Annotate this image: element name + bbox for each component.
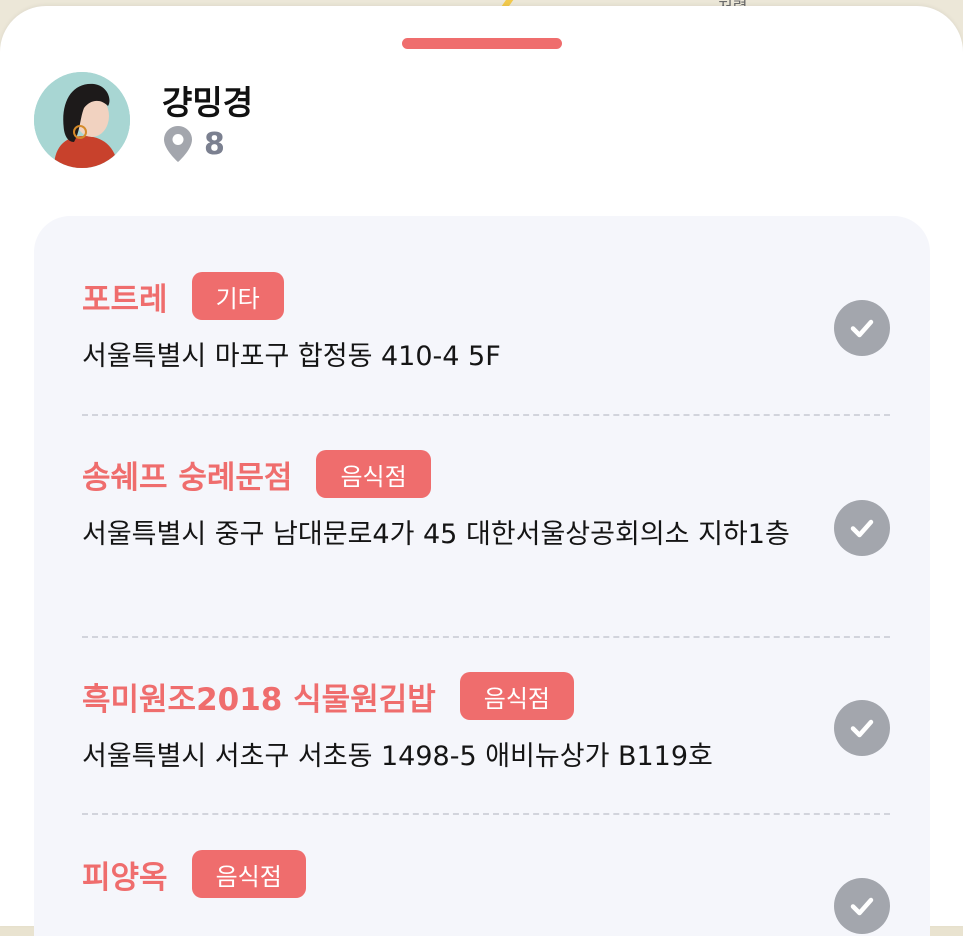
bottom-sheet: 걍밍경 8 포트레 기타 서울특별시 마포구 합정동 410-4 5F 송쉐프 …: [0, 6, 963, 936]
category-badge: 음식점: [191, 850, 306, 898]
place-name[interactable]: 흑미원조2018 식물원김밥: [82, 674, 436, 719]
check-icon: [850, 719, 874, 738]
avatar[interactable]: [34, 72, 130, 168]
divider: [82, 414, 890, 416]
place-name[interactable]: 송쉐프 숭례문점: [82, 452, 292, 497]
place-name[interactable]: 피양옥: [82, 852, 168, 897]
check-button[interactable]: [834, 300, 890, 356]
check-icon: [850, 519, 874, 538]
place-address: 서울특별시 마포구 합정동 410-4 5F: [82, 341, 501, 372]
avatar-image: [34, 72, 130, 168]
pin-count: 8: [204, 126, 225, 162]
place-list: 포트레 기타 서울특별시 마포구 합정동 410-4 5F 송쉐프 숭례문점 음…: [34, 216, 930, 936]
check-icon: [850, 319, 874, 338]
divider: [82, 813, 890, 815]
check-button[interactable]: [834, 878, 890, 934]
place-address: 서울특별시 중구 남대문로4가 45 대한서울상공회의소 지하1층: [82, 519, 790, 550]
category-badge: 음식점: [316, 450, 431, 498]
divider: [82, 636, 890, 638]
map-pin-icon: [164, 126, 192, 162]
pin-count-row: 8: [164, 126, 225, 162]
check-button[interactable]: [834, 500, 890, 556]
place-name[interactable]: 포트레: [82, 274, 168, 319]
check-icon: [850, 897, 874, 916]
category-badge: 음식점: [459, 672, 575, 720]
check-button[interactable]: [834, 700, 890, 756]
profile-name: 걍밍경: [162, 83, 254, 122]
category-badge: 기타: [191, 272, 284, 320]
drag-handle[interactable]: [402, 38, 562, 49]
place-address: 서울특별시 서초구 서초동 1498-5 애비뉴상가 B119호: [82, 741, 713, 772]
